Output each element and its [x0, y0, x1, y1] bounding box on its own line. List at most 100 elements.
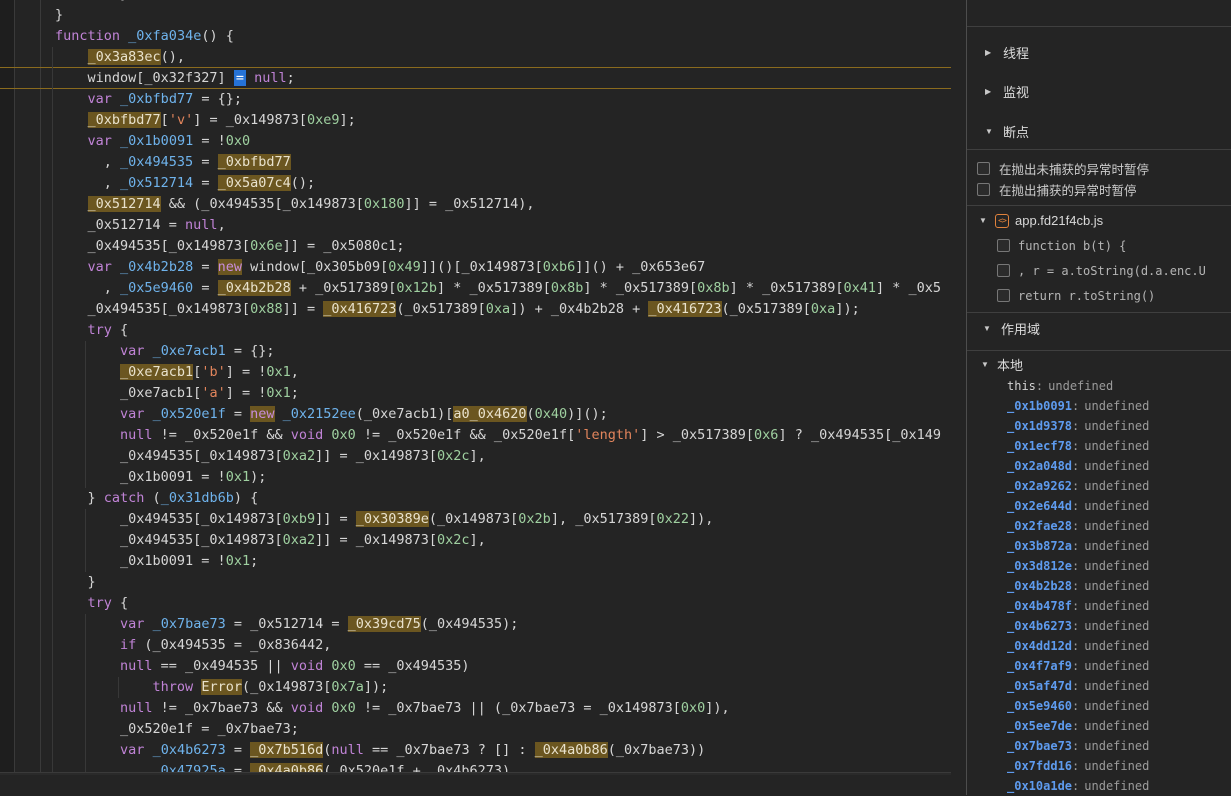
search-highlight: _0x512714 [88, 196, 161, 212]
breakpoint-file-name: app.fd21f4cb.js [1015, 213, 1103, 228]
code-line[interactable]: function _0xfa034e() { [0, 26, 951, 47]
variable-name: _0x7fdd16 [1007, 759, 1072, 773]
code-line[interactable]: _0x494535[_0x149873[0xa2]] = _0x149873[0… [0, 446, 951, 467]
scope-variable[interactable]: _0x4b2b28:undefined [967, 576, 1231, 596]
scope-variable[interactable]: _0x2e644d:undefined [967, 496, 1231, 516]
code-line[interactable]: throw Error(_0x149873[0x7a]); [0, 677, 951, 698]
variable-value: undefined [1084, 439, 1149, 453]
code-line[interactable]: _0x512714 = null, [0, 215, 951, 236]
source-editor[interactable]: }}function _0xfa034e() { _0x3a83ec(), wi… [0, 0, 951, 775]
scope-variable[interactable]: _0x4b478f:undefined [967, 596, 1231, 616]
code-line[interactable]: _0x494535[_0x149873[0xa2]] = _0x149873[0… [0, 530, 951, 551]
breakpoint-entry[interactable]: return r.toString() [967, 283, 1231, 308]
scope-variable[interactable]: _0x1ecf78:undefined [967, 436, 1231, 456]
code-line[interactable]: window[_0x32f327] = null; [0, 68, 951, 89]
checkbox[interactable] [997, 289, 1010, 302]
scope-variable[interactable]: _0x2a048d:undefined [967, 456, 1231, 476]
breakpoint-file-group[interactable]: ▼ <> app.fd21f4cb.js [967, 209, 1231, 232]
variable-name: _0x2a048d [1007, 459, 1072, 473]
scope-variable[interactable]: _0x3b872a:undefined [967, 536, 1231, 556]
code-line[interactable]: _0xe7acb1['a'] = !0x1; [0, 383, 951, 404]
horizontal-scrollbar[interactable]: ▶ [0, 772, 951, 775]
code-line[interactable]: null != _0x520e1f && void 0x0 != _0x520e… [0, 425, 951, 446]
code-line[interactable]: , _0x512714 = _0x5a07c4(); [0, 173, 951, 194]
code-line[interactable]: } [0, 5, 951, 26]
breakpoint-source-text: function b(t) { [1018, 239, 1126, 253]
variable-value: undefined [1084, 499, 1149, 513]
code-line[interactable]: null == _0x494535 || void 0x0 == _0x4945… [0, 656, 951, 677]
search-highlight: _0xe7acb1 [120, 364, 193, 380]
scope-variable[interactable]: _0x10a1de:undefined [967, 776, 1231, 796]
code-line[interactable]: try { [0, 593, 951, 614]
code-line[interactable]: _0x3a83ec(), [0, 47, 951, 68]
code-line[interactable]: , _0x5e9460 = _0x4b2b28 + _0x517389[0x12… [0, 278, 951, 299]
code-line[interactable]: } [0, 572, 951, 593]
scope-variable[interactable]: _0x4dd12d:undefined [967, 636, 1231, 656]
variable-value: undefined [1048, 379, 1113, 393]
section-threads[interactable]: ▶ 线程 [967, 40, 1231, 64]
variable-value: undefined [1084, 759, 1149, 773]
code-line[interactable]: var _0xe7acb1 = {}; [0, 341, 951, 362]
code-line[interactable]: if (_0x494535 = _0x836442, [0, 635, 951, 656]
code-line[interactable]: , _0x494535 = _0xbfbd77 [0, 152, 951, 173]
scope-variable[interactable]: _0x1b0091:undefined [967, 396, 1231, 416]
scope-local-group[interactable]: ▼ 本地 [967, 354, 1231, 374]
code-line[interactable]: _0x512714 && (_0x494535[_0x149873[0x180]… [0, 194, 951, 215]
pause-on-uncaught-exceptions[interactable]: 在抛出未捕获的异常时暂停 [967, 158, 1231, 179]
code-line[interactable]: var _0x7bae73 = _0x512714 = _0x39cd75(_0… [0, 614, 951, 635]
code-line[interactable]: _0x1b0091 = !0x1); [0, 467, 951, 488]
scope-variable[interactable]: _0x4b6273:undefined [967, 616, 1231, 636]
code-line[interactable]: _0xbfbd77['v'] = _0x149873[0xe9]; [0, 110, 951, 131]
checkbox[interactable] [997, 239, 1010, 252]
checkbox[interactable] [977, 183, 990, 196]
scope-variable[interactable]: _0x7bae73:undefined [967, 736, 1231, 756]
code-line[interactable]: } catch (_0x31db6b) { [0, 488, 951, 509]
code-line[interactable]: var _0x4b6273 = _0x7b516d(null == _0x7ba… [0, 740, 951, 761]
checkbox[interactable] [977, 162, 990, 175]
scope-variable[interactable]: _0x5ee7de:undefined [967, 716, 1231, 736]
search-highlight: new [250, 406, 274, 422]
checkbox[interactable] [997, 264, 1010, 277]
search-highlight: _0x5a07c4 [218, 175, 291, 191]
variable-value: undefined [1084, 519, 1149, 533]
code-line[interactable]: _0x520e1f = _0x7bae73; [0, 719, 951, 740]
variable-value: undefined [1084, 779, 1149, 793]
pause-on-caught-exceptions[interactable]: 在抛出捕获的异常时暂停 [967, 179, 1231, 200]
section-watch[interactable]: ▶ 监视 [967, 79, 1231, 103]
code-line[interactable]: try { [0, 320, 951, 341]
code-line[interactable]: _0x1b0091 = !0x1; [0, 551, 951, 572]
search-highlight: _0xbfbd77 [218, 154, 291, 170]
scope-variable[interactable]: _0x5e9460:undefined [967, 696, 1231, 716]
code-line[interactable]: var _0x1b0091 = !0x0 [0, 131, 951, 152]
scope-variable[interactable]: _0x1d9378:undefined [967, 416, 1231, 436]
section-breakpoints[interactable]: ▼ 断点 [967, 119, 1231, 143]
scope-variable[interactable]: _0x7fdd16:undefined [967, 756, 1231, 776]
scope-variable[interactable]: _0x5af47d:undefined [967, 676, 1231, 696]
code-line[interactable]: var _0x520e1f = new _0x2152ee(_0xe7acb1)… [0, 404, 951, 425]
search-highlight: _0x30389e [356, 511, 429, 527]
code-line[interactable]: var _0x4b2b28 = new window[_0x305b09[0x4… [0, 257, 951, 278]
chevron-down-icon: ▼ [985, 127, 995, 136]
variable-name: _0x1d9378 [1007, 419, 1072, 433]
code-line[interactable]: _0xe7acb1['b'] = !0x1, [0, 362, 951, 383]
section-divider [967, 149, 1231, 150]
variable-value: undefined [1084, 419, 1149, 433]
code-line[interactable]: _0x494535[_0x149873[0xb9]] = _0x30389e(_… [0, 509, 951, 530]
code-line[interactable]: null != _0x7bae73 && void 0x0 != _0x7bae… [0, 698, 951, 719]
search-highlight: _0x3a83ec [88, 49, 161, 65]
section-divider [967, 205, 1231, 206]
variable-value: undefined [1084, 699, 1149, 713]
variable-name: _0x10a1de [1007, 779, 1072, 793]
scope-variable[interactable]: _0x3d812e:undefined [967, 556, 1231, 576]
code-line[interactable]: _0x494535[_0x149873[0x6e]] = _0x5080c1; [0, 236, 951, 257]
code-line[interactable]: _0x494535[_0x149873[0x88]] = _0x416723(_… [0, 299, 951, 320]
variable-name: _0x4b2b28 [1007, 579, 1072, 593]
breakpoint-entry[interactable]: function b(t) { [967, 233, 1231, 258]
scope-variable[interactable]: _0x2a9262:undefined [967, 476, 1231, 496]
scope-variable[interactable]: _0x4f7af9:undefined [967, 656, 1231, 676]
breakpoint-entry[interactable]: , r = a.toString(d.a.enc.U [967, 258, 1231, 283]
scope-variable[interactable]: _0x2fae28:undefined [967, 516, 1231, 536]
variable-name: this [1007, 379, 1036, 393]
code-line[interactable]: var _0xbfbd77 = {}; [0, 89, 951, 110]
section-scope[interactable]: ▼ 作用域 [967, 317, 1231, 340]
